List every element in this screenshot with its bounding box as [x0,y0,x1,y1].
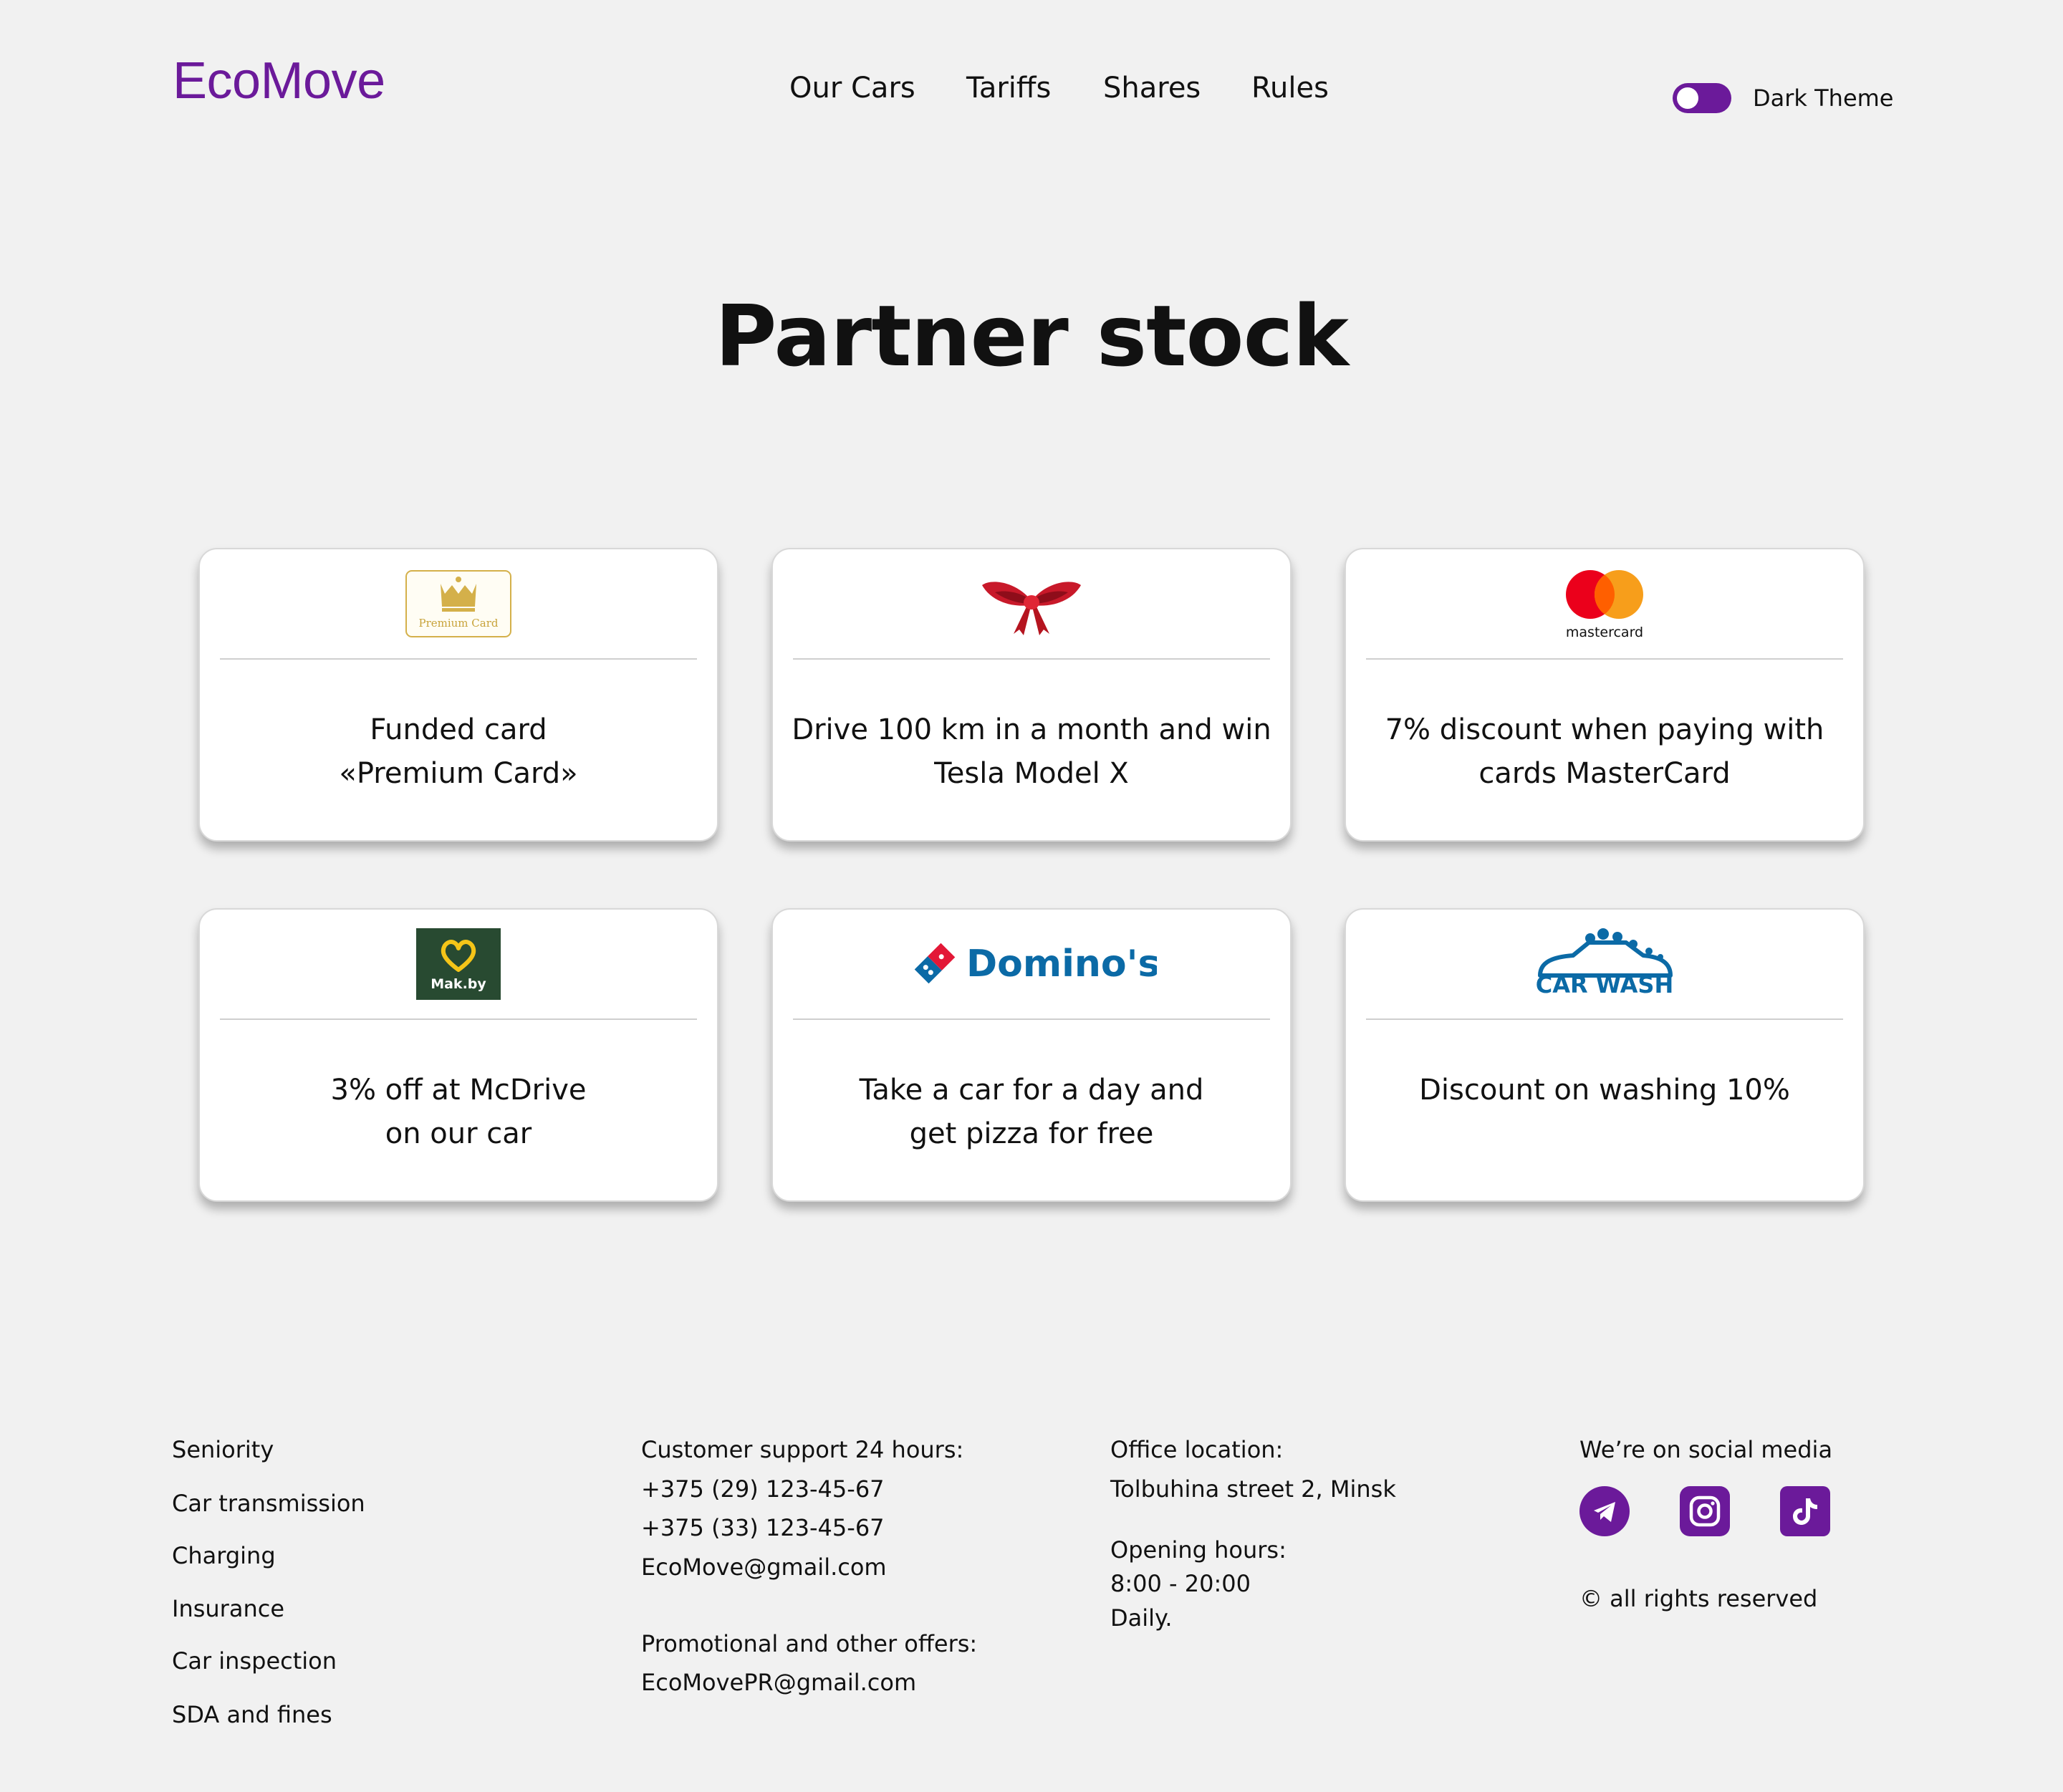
mastercard-icon: mastercard [1566,570,1643,640]
card-logo-area: mastercard [1346,549,1863,658]
hours-heading: Opening hours: [1110,1536,1287,1564]
svg-text:Domino's: Domino's [966,943,1157,986]
footer-link-insurance[interactable]: Insurance [172,1595,284,1622]
card-text-line: on our car [385,1117,532,1150]
nav-rules[interactable]: Rules [1251,72,1329,105]
offer-card-tesla[interactable]: Drive 100 km in a month and win Tesla Mo… [771,548,1292,842]
toggle-knob [1677,87,1698,109]
crown-icon: Premium Card [405,570,511,637]
opening-days: Daily. [1110,1604,1173,1632]
card-text-line: 7% discount when paying with [1385,713,1824,746]
footer-link-charging[interactable]: Charging [172,1542,276,1569]
card-text-line: «Premium Card» [339,757,578,790]
card-text: Take a car for a day and get pizza for f… [787,1069,1276,1156]
card-logo-area: Premium Card [200,549,717,658]
footer-link-car-inspection[interactable]: Car inspection [172,1647,337,1675]
card-text-line: 3% off at McDrive [330,1074,587,1107]
tiktok-icon[interactable] [1780,1486,1830,1536]
card-logo-area [773,549,1290,658]
dark-theme-toggle[interactable] [1673,83,1731,113]
support-phone[interactable]: +375 (29) 123-45-67 [641,1475,885,1503]
card-divider [793,1018,1270,1020]
dark-theme-label: Dark Theme [1753,85,1894,112]
promo-email[interactable]: EcoMovePR@gmail.com [641,1669,916,1696]
card-text-line: Drive 100 km in a month and win [792,713,1271,746]
offer-card-premium[interactable]: Premium Card Funded card «Premium Card» [198,548,718,842]
footer-link-car-transmission[interactable]: Car transmission [172,1490,365,1517]
offer-card-mak[interactable]: Mak.by 3% off at McDrive on our car [198,908,718,1202]
promo-heading: Promotional and other offers: [641,1630,978,1657]
theme-toggle-group: Dark Theme [1673,83,1893,113]
card-text: Discount on washing 10% [1360,1069,1849,1112]
card-divider [1366,658,1843,660]
footer-link-seniority[interactable]: Seniority [172,1436,274,1463]
offer-card-car-wash[interactable]: CAR WASH Discount on washing 10% [1345,908,1865,1202]
heart-icon: Mak.by [416,928,501,1000]
page-title: Partner stock [715,286,1349,385]
card-text: 3% off at McDrive on our car [214,1069,703,1156]
card-text-line: Funded card [370,713,547,746]
nav-shares[interactable]: Shares [1103,72,1201,105]
svg-text:Premium Card: Premium Card [418,617,498,630]
card-divider [220,1018,697,1020]
support-phone[interactable]: +375 (33) 123-45-67 [641,1514,885,1541]
car-wash-icon: CAR WASH [1536,928,1673,998]
card-text-line: cards MasterCard [1478,757,1731,790]
gift-bow-icon [982,582,1081,635]
card-divider [793,658,1270,660]
opening-hours: 8:00 - 20:00 [1110,1570,1251,1597]
instagram-icon[interactable] [1680,1486,1730,1536]
office-heading: Office location: [1110,1436,1284,1463]
offer-card-dominos[interactable]: Domino's Take a car for a day and get pi… [771,908,1292,1202]
social-heading: We’re on social media [1579,1436,1833,1463]
telegram-icon[interactable] [1579,1486,1630,1536]
card-text-line: Take a car for a day and [859,1074,1204,1107]
office-address: Tolbuhina street 2, Minsk [1110,1475,1396,1503]
footer-link-sda-fines[interactable]: SDA and fines [172,1701,332,1728]
support-email[interactable]: EcoMove@gmail.com [641,1553,887,1581]
card-logo-area: Mak.by [200,910,717,1018]
dominos-icon: Domino's [914,943,1157,986]
svg-text:Mak.by: Mak.by [431,976,486,992]
offer-card-mastercard[interactable]: mastercard 7% discount when paying with … [1345,548,1865,842]
card-text: Funded card «Premium Card» [214,708,703,796]
card-divider [220,658,697,660]
svg-text:CAR WASH: CAR WASH [1536,971,1673,998]
card-text: 7% discount when paying with cards Maste… [1360,708,1849,796]
card-logo-area: CAR WASH [1346,910,1863,1018]
nav-our-cars[interactable]: Our Cars [789,72,915,105]
card-divider [1366,1018,1843,1020]
nav-tariffs[interactable]: Tariffs [966,72,1051,105]
support-heading: Customer support 24 hours: [641,1436,964,1463]
card-text: Drive 100 km in a month and win Tesla Mo… [787,708,1276,796]
svg-text:mastercard: mastercard [1566,625,1643,640]
copyright: © all rights reserved [1579,1585,1818,1612]
card-text-line: Discount on washing 10% [1419,1074,1790,1107]
card-text-line: Tesla Model X [934,757,1129,790]
card-text-line: get pizza for free [909,1117,1154,1150]
card-logo-area: Domino's [773,910,1290,1018]
